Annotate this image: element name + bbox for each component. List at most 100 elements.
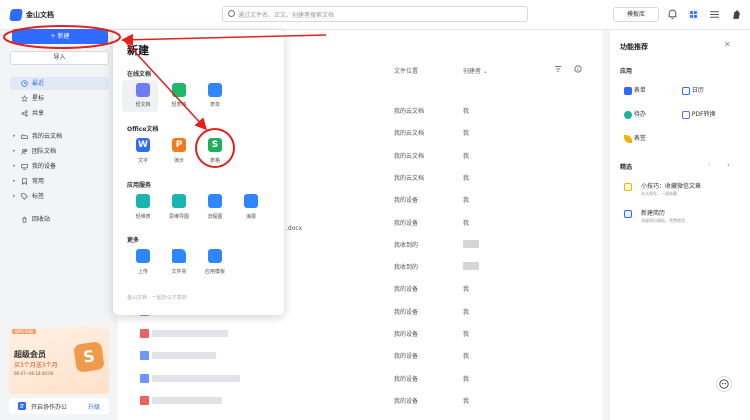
file-creator: 我 (463, 376, 470, 383)
pick-title: 小技巧：收藏微信文章 (641, 183, 702, 190)
caret-right-icon: ▸ (13, 148, 16, 154)
app-services-section-title: 应用服务 (127, 182, 152, 189)
search-input[interactable]: 通过文件名、正文、创建者搜索文档 (222, 6, 528, 22)
filter-icon[interactable] (554, 65, 562, 73)
mind-map-icon[interactable] (172, 194, 186, 208)
collaboration-bar[interactable]: 开启协作办公 升级 (9, 398, 109, 414)
avatar[interactable] (731, 9, 742, 20)
todo-icon (624, 110, 632, 119)
caret-right-icon: ▸ (13, 163, 16, 169)
word-doc-icon[interactable]: W (136, 138, 150, 152)
online-docs-section-title: 在线文档 (127, 71, 152, 78)
poster-icon[interactable] (244, 194, 258, 208)
sidebar-item-label: 常用 (32, 178, 45, 185)
column-header-creator[interactable]: 创建者 ⌄ (463, 66, 488, 75)
promo-card[interactable]: WPS 618 超级会员 买3个月送3个月 06-07~06-18 00:00 … (9, 327, 109, 394)
app-calendar[interactable]: 日历 (682, 85, 704, 95)
menu-item-label: 流程图 (207, 214, 223, 220)
app-todo[interactable]: 待办 (624, 109, 646, 119)
promo-tag: WPS 618 (12, 329, 36, 334)
menu-item-label: 轻维表 (135, 214, 151, 220)
file-creator: 我 (463, 108, 470, 115)
app-form[interactable]: 表单 (624, 85, 646, 95)
picks-section-title: 精选 (620, 164, 633, 171)
share-icon (21, 110, 28, 117)
new-menu-title: 新建 (127, 44, 149, 57)
pen-icon (624, 134, 632, 143)
collaboration-icon (18, 402, 26, 410)
file-creator: 我 (463, 353, 470, 360)
sidebar-item-team[interactable]: ▸ 团队文档 (10, 145, 109, 158)
device-icon (21, 164, 28, 170)
file-creator: 我 (463, 286, 470, 293)
file-creator: 我 (463, 331, 470, 338)
menu-item-label: 文件夹 (171, 269, 187, 275)
star-icon (624, 183, 632, 191)
folder-icon (21, 134, 28, 139)
apps-section-title: 应用 (620, 68, 633, 75)
menu-item-label: 轻文档 (135, 102, 151, 108)
file-location: 我的设备 (394, 197, 419, 204)
file-creator: 我 (463, 175, 470, 182)
file-location: 我的设备 (394, 286, 419, 293)
help-assistant-icon[interactable] (716, 376, 732, 392)
upload-icon[interactable] (136, 249, 150, 263)
menu-item-label: 应用模板 (204, 269, 225, 275)
chevron-left-icon[interactable]: ‹ (708, 161, 711, 169)
app-pdf-convert[interactable]: PDF转换 (682, 109, 716, 119)
sidebar-item-label: 星标 (32, 95, 45, 102)
grid-view-icon[interactable] (688, 9, 699, 20)
file-creator: 我 (463, 197, 470, 204)
close-icon[interactable]: ✕ (724, 40, 731, 49)
light-sheet-icon[interactable] (172, 83, 186, 97)
sidebar-item-shared[interactable]: 共享 (10, 107, 109, 120)
info-icon[interactable] (574, 65, 582, 73)
upgrade-link[interactable]: 升级 (88, 402, 100, 411)
template-icon[interactable] (208, 249, 222, 263)
star-icon (21, 95, 28, 102)
sidebar-item-tags[interactable]: ▸ 标签 (10, 190, 109, 203)
menu-item-label: 上传 (137, 269, 148, 275)
sidebar-item-recent[interactable]: 最近 (10, 77, 109, 90)
menu-item-label: 表格 (209, 158, 220, 164)
sidebar-item-my-cloud[interactable]: ▸ 我的云文档 (10, 130, 109, 143)
blurred-file-name (152, 397, 222, 404)
spreadsheet-icon[interactable]: S (208, 138, 222, 152)
app-logo-icon[interactable] (9, 9, 23, 21)
app-title[interactable]: 金山文档 (26, 10, 54, 20)
sidebar-item-trash[interactable]: 回收站 (10, 213, 109, 226)
file-location: 我的云文档 (394, 175, 425, 182)
promo-title: 超级会员 (14, 350, 46, 359)
sidebar-item-devices[interactable]: ▸ 我的设备 (10, 160, 109, 173)
menu-icon[interactable] (709, 9, 720, 20)
file-location: 我的设备 (394, 309, 419, 316)
search-icon (228, 10, 235, 17)
file-creator: 我 (463, 153, 470, 160)
light-table-icon[interactable] (136, 194, 150, 208)
file-location: 我的设备 (394, 398, 419, 405)
menu-item-label: 表单 (209, 102, 220, 108)
calendar-icon (682, 86, 690, 95)
chevron-right-icon[interactable]: › (727, 161, 730, 169)
column-header-location[interactable]: 文件位置 (394, 66, 418, 75)
form-icon[interactable] (208, 83, 222, 97)
folder-icon[interactable] (172, 249, 186, 263)
promo-time: 06-07~06-18 00:00 (14, 371, 54, 376)
bell-icon[interactable] (667, 9, 678, 20)
new-button[interactable]: + 新建 (12, 29, 108, 44)
search-placeholder: 通过文件名、正文、创建者搜索文档 (238, 12, 335, 19)
recommend-panel-title: 功能推荐 (620, 43, 648, 51)
file-location: 我收到的 (394, 242, 419, 249)
menu-item-label: 思维导图 (168, 214, 189, 220)
file-creator: 我 (463, 220, 470, 227)
sidebar-item-frequent[interactable]: ▸ 常用 (10, 175, 109, 188)
flowchart-icon[interactable] (208, 194, 222, 208)
blurred-file-name (152, 330, 228, 337)
promo-subtitle: 买3个月送3个月 (14, 362, 58, 369)
presentation-icon[interactable]: P (172, 138, 186, 152)
sidebar-item-label: 标签 (32, 193, 45, 200)
template-library-button[interactable]: 模板库 (613, 7, 659, 22)
import-button[interactable]: 导入 (10, 51, 109, 65)
sidebar-item-starred[interactable]: 星标 (10, 92, 109, 105)
app-signature[interactable]: 表签 (624, 133, 646, 143)
